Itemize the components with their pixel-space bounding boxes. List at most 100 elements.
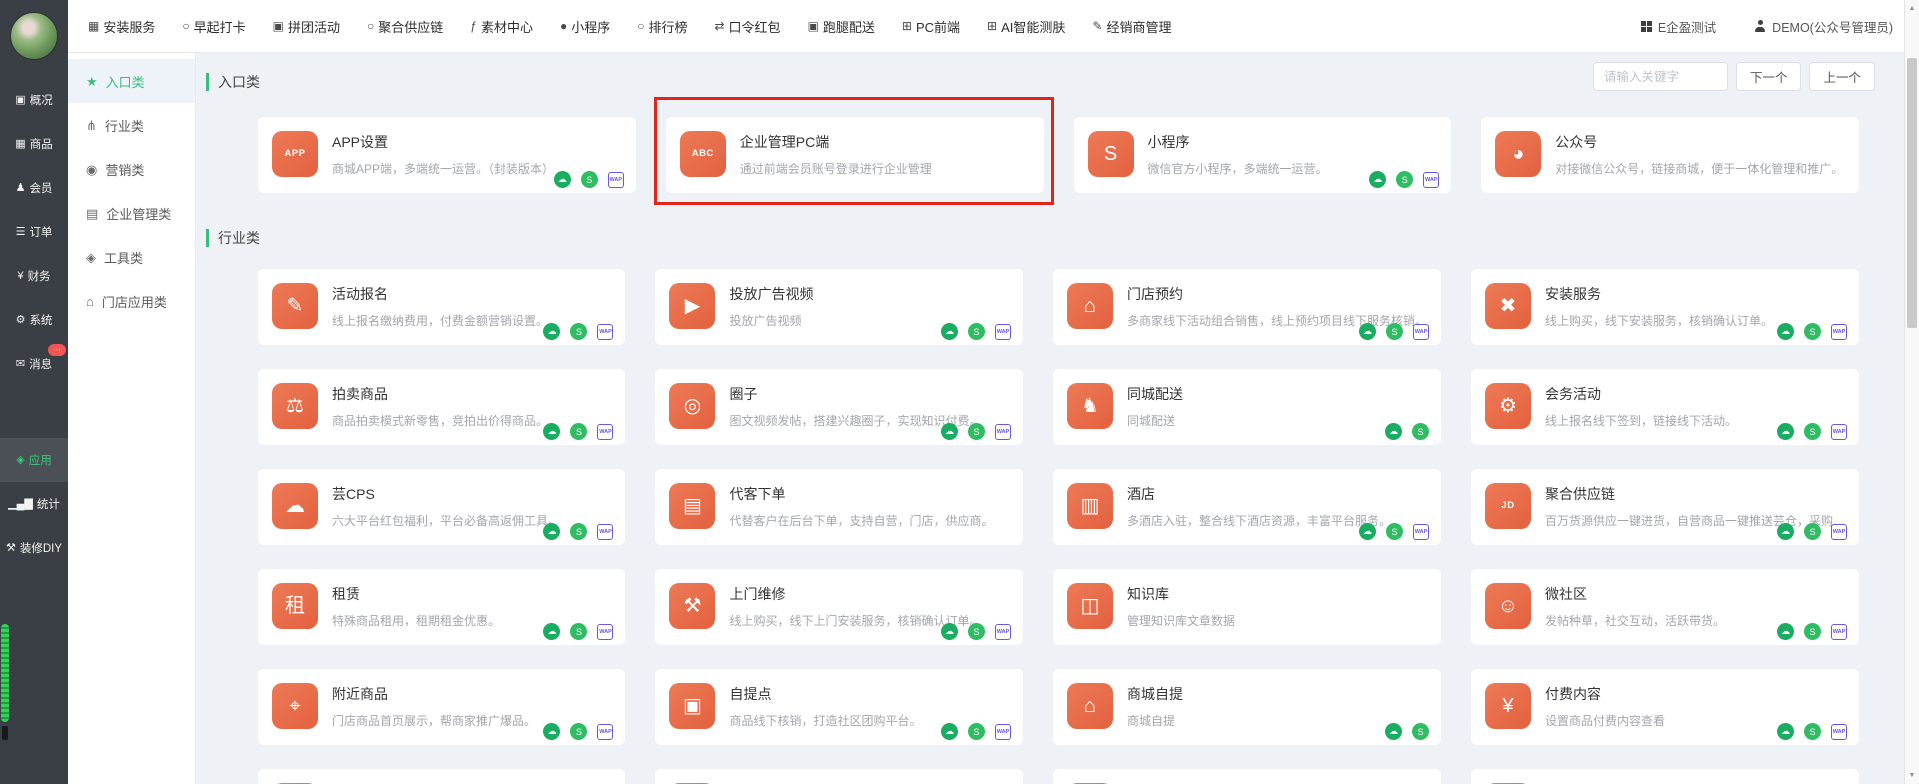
app-card[interactable]: ▭PC前端 (1053, 769, 1441, 784)
app-card[interactable]: ✎活动报名线上报名缴纳费用，付费金额营销设置。☁SWAP (258, 269, 625, 345)
wap-badge-icon[interactable]: WAP (608, 172, 624, 188)
app-badge-icon[interactable]: ☁ (1359, 323, 1376, 340)
scrollbar-thumb[interactable] (1907, 58, 1917, 328)
app-badge-icon[interactable]: ☁ (1385, 723, 1402, 740)
app-badge-icon[interactable]: ☁ (1777, 423, 1794, 440)
category-item[interactable]: ⌂门店应用类 (68, 279, 195, 323)
wap-badge-icon[interactable]: WAP (995, 724, 1011, 740)
nav-item[interactable]: ○早起打卡 (182, 17, 245, 36)
app-badge-icon[interactable]: ☁ (1385, 423, 1402, 440)
nav-item[interactable]: ⊞AI智能测肤 (987, 17, 1065, 36)
wap-badge-icon[interactable]: WAP (1413, 324, 1429, 340)
miniprogram-badge-icon[interactable]: S (570, 323, 587, 340)
miniprogram-badge-icon[interactable]: S (968, 623, 985, 640)
app-card[interactable]: ⌂门店预约多商家线下活动组合销售，线上预约项目线下服务核销。☁SWAP (1053, 269, 1441, 345)
miniprogram-badge-icon[interactable]: S (968, 723, 985, 740)
wap-badge-icon[interactable]: WAP (1413, 524, 1429, 540)
category-item[interactable]: ⋔行业类 (68, 103, 195, 147)
nav-item[interactable]: ✎经销商管理 (1092, 17, 1171, 36)
app-card[interactable]: ⚖拍卖商品商品拍卖模式新零售，竞拍出价得商品。☁SWAP (258, 369, 625, 445)
wap-badge-icon[interactable]: WAP (597, 724, 613, 740)
scrollbar-up-arrow[interactable]: ▲ (1905, 5, 1919, 12)
miniprogram-badge-icon[interactable]: S (968, 323, 985, 340)
app-card[interactable]: ✖安装服务线上购买，线下安装服务，核销确认订单。☁SWAP (1471, 269, 1859, 345)
category-item[interactable]: ◉营销类 (68, 147, 195, 191)
nav-item[interactable]: ○排行榜 (637, 17, 687, 36)
nav-item[interactable]: ⊞PC前端 (902, 17, 960, 36)
app-card[interactable]: ☻AI智能测肤 (1471, 769, 1859, 784)
app-card[interactable]: ⚙会务活动线上报名线下签到，链接线下活动。☁SWAP (1471, 369, 1859, 445)
app-badge-icon[interactable]: ☁ (1777, 523, 1794, 540)
wap-badge-icon[interactable]: WAP (1423, 172, 1439, 188)
app-card[interactable]: ◫知识库管理知识库文章数据 (1053, 569, 1441, 645)
miniprogram-badge-icon[interactable]: S (1804, 423, 1821, 440)
nav-item[interactable]: ▦安装服务 (88, 17, 155, 36)
app-card[interactable]: ▣自提点商品线下核销，打造社区团购平台。☁SWAP (655, 669, 1022, 745)
app-badge-icon[interactable]: ☁ (941, 723, 958, 740)
miniprogram-badge-icon[interactable]: S (570, 423, 587, 440)
app-badge-icon[interactable]: ☁ (543, 623, 560, 640)
miniprogram-badge-icon[interactable]: S (968, 423, 985, 440)
miniprogram-badge-icon[interactable]: S (1804, 523, 1821, 540)
app-card[interactable]: JD聚合供应链百万货源供应一键进货，自营商品一键推送芸仓，采购…☁SWAP (1471, 469, 1859, 545)
wap-badge-icon[interactable]: WAP (1831, 524, 1847, 540)
miniprogram-badge-icon[interactable]: S (570, 723, 587, 740)
search-input[interactable] (1593, 62, 1728, 91)
sidebar-item-goods[interactable]: ▦商品 (0, 122, 68, 166)
avatar[interactable] (10, 12, 58, 60)
nav-item[interactable]: ●小程序 (560, 17, 610, 36)
app-badge-icon[interactable]: ☁ (941, 423, 958, 440)
app-card[interactable]: APPAPP设置商城APP端，多端统一运营。（封装版本）☁SWAP (258, 117, 636, 193)
miniprogram-badge-icon[interactable]: S (1386, 323, 1403, 340)
sidebar-item-apps[interactable]: ◈应用 (0, 438, 68, 482)
app-badge-icon[interactable]: ☁ (1369, 171, 1386, 188)
app-badge-icon[interactable]: ☁ (1359, 523, 1376, 540)
miniprogram-badge-icon[interactable]: S (581, 171, 598, 188)
app-card[interactable]: ⚒上门维修线上购买，线下上门安装服务，核销确认订单。☁SWAP (655, 569, 1022, 645)
sidebar-item-orders[interactable]: ☰订单 (0, 210, 68, 254)
app-card[interactable]: ☺微社区发帖种草，社交互动，活跃带货。☁SWAP (1471, 569, 1859, 645)
prev-button[interactable]: 上一个 (1809, 62, 1875, 91)
miniprogram-badge-icon[interactable]: S (1386, 523, 1403, 540)
sidebar-item-finance[interactable]: ¥财务 (0, 254, 68, 298)
app-badge-icon[interactable]: ☁ (543, 423, 560, 440)
sidebar-item-stats[interactable]: ▁▄▇统计 (0, 482, 68, 526)
app-card[interactable]: ♞同城配送同城配送☁S (1053, 369, 1441, 445)
sidebar-item-members[interactable]: ♟会员 (0, 166, 68, 210)
app-card[interactable]: ☁芸CPS六大平台红包福利，平台必备高返佣工具。☁SWAP (258, 469, 625, 545)
app-badge-icon[interactable]: ☁ (543, 523, 560, 540)
app-card[interactable]: ⌖附近商品门店商品首页展示，帮商家推广爆品。☁SWAP (258, 669, 625, 745)
next-button[interactable]: 下一个 (1736, 62, 1802, 91)
app-card[interactable]: ▥酒店多酒店入驻，整合线下酒店资源，丰富平台服务。☁SWAP (1053, 469, 1441, 545)
org-switcher[interactable]: E企盈测试 (1641, 17, 1716, 36)
nav-item[interactable]: ○聚合供应链 (367, 17, 443, 36)
miniprogram-badge-icon[interactable]: S (570, 623, 587, 640)
category-item[interactable]: ▤企业管理类 (68, 191, 195, 235)
nav-item[interactable]: ƒ素材中心 (470, 17, 533, 36)
nav-item[interactable]: ▣跑腿配送 (808, 17, 875, 36)
app-card[interactable]: ◕公众号对接微信公众号，链接商城，便于一体化管理和推广。 (1481, 117, 1859, 193)
miniprogram-badge-icon[interactable]: S (1804, 723, 1821, 740)
nav-item[interactable]: ▣拼团活动 (273, 17, 340, 36)
wap-badge-icon[interactable]: WAP (995, 624, 1011, 640)
wap-badge-icon[interactable]: WAP (995, 324, 1011, 340)
wap-badge-icon[interactable]: WAP (597, 324, 613, 340)
app-badge-icon[interactable]: ☁ (543, 723, 560, 740)
app-card[interactable]: S小程序微信官方小程序，多端统一运营。☁SWAP (1074, 117, 1452, 193)
wap-badge-icon[interactable]: WAP (597, 524, 613, 540)
app-card[interactable]: ▦厂家 (258, 769, 625, 784)
wap-badge-icon[interactable]: WAP (1831, 624, 1847, 640)
wap-badge-icon[interactable]: WAP (597, 424, 613, 440)
nav-item[interactable]: ⇄口令红包 (714, 17, 780, 36)
app-card[interactable]: ▶投放广告视频投放广告视频☁SWAP (655, 269, 1022, 345)
miniprogram-badge-icon[interactable]: S (1412, 423, 1429, 440)
app-card[interactable]: ⌂商城自提商城自提☁S (1053, 669, 1441, 745)
app-card[interactable]: ◎圈子图文视频发帖，搭建兴趣圈子，实现知识付费。☁SWAP (655, 369, 1022, 445)
wap-badge-icon[interactable]: WAP (597, 624, 613, 640)
user-menu[interactable]: DEMO(公众号管理员) (1754, 17, 1893, 36)
wap-badge-icon[interactable]: WAP (995, 424, 1011, 440)
sidebar-item-diy[interactable]: ⚒装修DIY (0, 526, 68, 570)
app-badge-icon[interactable]: ☁ (543, 323, 560, 340)
app-badge-icon[interactable]: ☁ (1777, 623, 1794, 640)
sidebar-item-overview[interactable]: ▣概况 (0, 78, 68, 122)
